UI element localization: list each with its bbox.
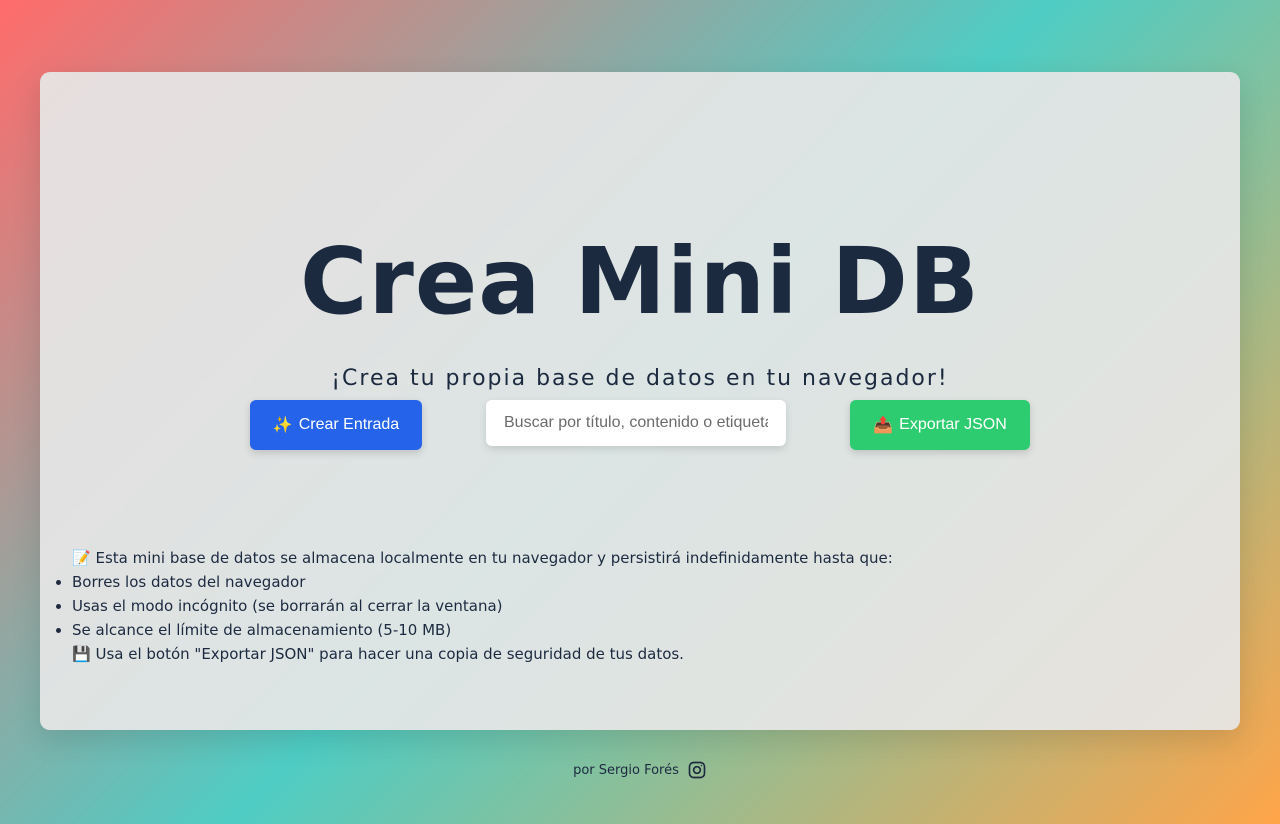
floppy-disk-icon: 💾 — [72, 645, 91, 663]
list-item: Usas el modo incógnito (se borrarán al c… — [72, 594, 1192, 618]
info-section: 📝 Esta mini base de datos se almacena lo… — [72, 546, 1192, 666]
main-card: Crea Mini DB ¡Crea tu propia base de dat… — [40, 72, 1240, 730]
memo-icon: 📝 — [72, 549, 91, 567]
info-tip: 💾 Usa el botón "Exportar JSON" para hace… — [72, 642, 1192, 666]
info-intro: 📝 Esta mini base de datos se almacena lo… — [72, 546, 1192, 570]
page-subtitle: ¡Crea tu propia base de datos en tu nave… — [331, 366, 949, 391]
create-entry-button[interactable]: ✨ Crear Entrada — [250, 400, 422, 450]
info-intro-text: Esta mini base de datos se almacena loca… — [95, 549, 893, 567]
search-input[interactable] — [486, 400, 786, 446]
author-credit: por Sergio Forés — [573, 762, 679, 778]
list-item: Se alcance el límite de almacenamiento (… — [72, 618, 1192, 642]
info-list: Borres los datos del navegador Usas el m… — [72, 570, 1192, 642]
list-item: Borres los datos del navegador — [72, 570, 1192, 594]
footer: por Sergio Forés — [0, 760, 1280, 780]
info-tip-text: Usa el botón "Exportar JSON" para hacer … — [95, 645, 684, 663]
page-title: Crea Mini DB — [299, 228, 981, 335]
outbox-tray-icon: 📤 — [873, 417, 894, 434]
sparkles-icon: ✨ — [272, 417, 293, 434]
export-json-label: Exportar JSON — [899, 416, 1007, 433]
export-json-button[interactable]: 📤 Exportar JSON — [850, 400, 1030, 450]
instagram-icon[interactable] — [687, 760, 707, 780]
create-entry-label: Crear Entrada — [298, 416, 400, 433]
